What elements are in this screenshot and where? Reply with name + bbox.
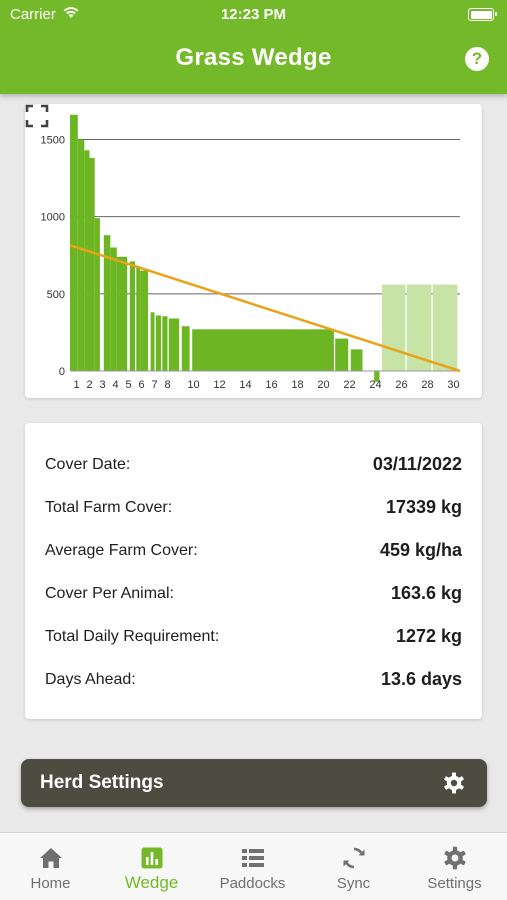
cover-summary-card: Cover Date: 03/11/2022 Total Farm Cover:… — [25, 423, 482, 719]
y-tick-label: 0 — [59, 366, 65, 378]
wedge-bar — [116, 256, 128, 371]
tab-sync[interactable]: Sync — [303, 833, 404, 900]
x-tick-label: 2 — [86, 379, 92, 391]
tab-settings[interactable]: Settings — [404, 833, 505, 900]
x-tick-label: 22 — [343, 379, 355, 391]
y-tick-label: 1500 — [41, 134, 65, 146]
tab-home[interactable]: Home — [0, 833, 101, 900]
app-header: Carrier 12:23 PM Grass Wedge ? — [0, 0, 507, 94]
tab-bar: Home Wedge Paddocks Sync Settings — [0, 832, 507, 900]
wedge-bar — [140, 270, 148, 371]
stat-label: Cover Date: — [45, 456, 131, 473]
x-tick-label: 20 — [317, 379, 329, 391]
wedge-bar — [110, 247, 117, 371]
grass-wedge-chart: 0 500 1000 1500 1 2 3 4 5 6 7 8 10 12 14 16 18 20 22 24 26 28… — [25, 104, 482, 398]
bar-chart-icon — [141, 847, 163, 869]
stat-row-average-farm-cover: Average Farm Cover: 459 kg/ha — [45, 539, 462, 563]
wedge-bar — [192, 329, 334, 371]
tab-label: Sync — [336, 875, 371, 892]
x-tick-label: 12 — [213, 379, 225, 391]
stat-label: Total Daily Requirement: — [45, 628, 220, 645]
forecast-bar — [432, 284, 458, 371]
wedge-bar — [181, 326, 190, 371]
status-time: 12:23 PM — [220, 6, 287, 23]
status-bar: Carrier 12:23 PM — [0, 0, 507, 30]
y-tick-label: 500 — [47, 289, 65, 301]
x-tick-label: 7 — [151, 379, 157, 391]
x-tick-label: 10 — [187, 379, 199, 391]
herd-settings-label: Herd Settings — [40, 772, 164, 793]
wedge-bar — [129, 261, 135, 371]
stat-value: 17339 kg — [385, 497, 462, 517]
wedge-bar — [77, 139, 85, 371]
page-title: Grass Wedge — [175, 44, 332, 71]
wedge-bar — [136, 266, 141, 371]
y-tick-label: 1000 — [41, 212, 65, 224]
fullscreen-icon[interactable] — [25, 104, 49, 128]
wedge-bar — [94, 218, 100, 371]
stat-label: Cover Per Animal: — [45, 585, 174, 602]
herd-settings-button[interactable]: Herd Settings — [21, 759, 487, 807]
wedge-bar — [70, 114, 78, 372]
wedge-bar — [162, 316, 168, 371]
stat-label: Average Farm Cover: — [45, 542, 198, 559]
help-icon[interactable]: ? — [465, 47, 489, 71]
tab-wedge[interactable]: Wedge — [101, 833, 202, 900]
tab-label: Paddocks — [219, 875, 286, 892]
wedge-bar — [84, 150, 90, 371]
stat-label: Days Ahead: — [45, 671, 136, 688]
x-tick-label: 30 — [447, 379, 459, 391]
x-tick-label: 5 — [125, 379, 131, 391]
gear-icon — [444, 846, 466, 870]
tab-paddocks[interactable]: Paddocks — [202, 833, 303, 900]
x-tick-label: 6 — [138, 379, 144, 391]
tab-label: Home — [30, 875, 71, 892]
stat-value: 13.6 days — [380, 669, 462, 689]
stat-value: 459 kg/ha — [379, 540, 462, 560]
wedge-bar — [168, 318, 180, 371]
tab-label: Settings — [427, 875, 482, 892]
gear-icon — [444, 772, 464, 794]
x-tick-label: 1 — [73, 379, 79, 391]
x-tick-label: 4 — [112, 379, 118, 391]
wedge-bar — [350, 349, 363, 371]
stat-row-total-daily-requirement: Total Daily Requirement: 1272 kg — [45, 625, 462, 649]
wedge-bar — [335, 338, 349, 371]
x-tick-label: 3 — [99, 379, 105, 391]
stat-row-total-farm-cover: Total Farm Cover: 17339 kg — [45, 496, 462, 520]
stat-value: 163.6 kg — [390, 583, 462, 603]
wedge-bar — [155, 315, 161, 371]
stat-value: 1272 kg — [395, 626, 462, 646]
forecast-bar — [382, 284, 406, 371]
x-tick-label: 28 — [421, 379, 433, 391]
stat-row-cover-date: Cover Date: 03/11/2022 — [45, 453, 462, 477]
battery-icon — [468, 8, 497, 21]
x-tick-label: 16 — [265, 379, 277, 391]
x-tick-label: 14 — [239, 379, 251, 391]
tab-label: Wedge — [124, 873, 179, 892]
sync-icon — [343, 847, 365, 869]
x-tick-label: 24 — [369, 379, 381, 391]
wedge-bar — [150, 312, 155, 371]
x-tick-label: 8 — [164, 379, 170, 391]
wedge-bar — [89, 157, 95, 371]
stat-value: 03/11/2022 — [372, 454, 462, 474]
list-icon — [242, 849, 264, 867]
home-icon — [40, 848, 62, 868]
stat-row-cover-per-animal: Cover Per Animal: 163.6 kg — [45, 582, 462, 606]
x-tick-label: 26 — [395, 379, 407, 391]
wedge-chart-svg: 0500100015001 2 3 4 5 6 7 8 10 12 14 16 18 20 22 24 26 28… — [41, 114, 461, 391]
x-tick-label: 18 — [291, 379, 303, 391]
stat-label: Total Farm Cover: — [45, 499, 173, 516]
stat-row-days-ahead: Days Ahead: 13.6 days — [45, 668, 462, 692]
